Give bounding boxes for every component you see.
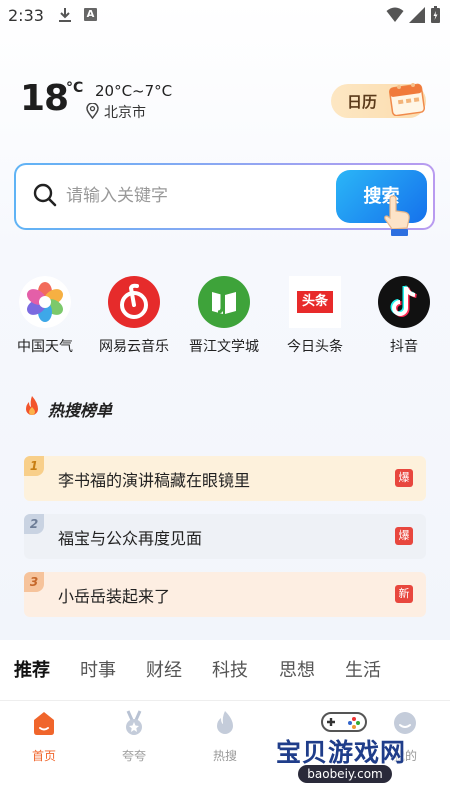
- hot-badge: 爆: [395, 527, 413, 545]
- tab-life[interactable]: 生活: [345, 656, 381, 682]
- nav-label: 夸夸: [121, 749, 146, 763]
- app-notification-icon: A: [84, 8, 97, 21]
- hot-badge: 新: [395, 585, 413, 603]
- hot-item-text: 小岳岳装起来了: [58, 587, 171, 606]
- toutiao-icon-text: 头条: [297, 291, 333, 313]
- hot-item-text: 李书福的演讲稿藏在眼镜里: [58, 471, 251, 490]
- home-icon: [34, 712, 54, 735]
- nav-label: 热搜: [212, 749, 237, 763]
- hot-item-text: 福宝与公众再度见面: [58, 529, 203, 548]
- search-icon: [33, 183, 57, 207]
- tab-finance[interactable]: 财经: [146, 656, 182, 682]
- app-toutiao[interactable]: 头条 今日头条: [275, 276, 355, 356]
- calendar-button[interactable]: 日历: [331, 83, 426, 118]
- tab-technology[interactable]: 科技: [212, 656, 248, 682]
- hot-item[interactable]: 3 小岳岳装起来了 新: [24, 572, 426, 617]
- watermark-logo: 宝贝游戏网 baobeiy.com: [268, 705, 443, 795]
- app-china-weather[interactable]: 中国天气: [5, 276, 85, 356]
- app-netease-music[interactable]: 网易云音乐: [94, 276, 174, 356]
- medal-icon: [126, 710, 142, 735]
- location-text: 北京市: [104, 105, 146, 121]
- fire-icon: [26, 396, 38, 415]
- app-douyin[interactable]: 抖音: [364, 276, 444, 356]
- app-label: 抖音: [390, 339, 418, 355]
- location-pin-icon: [86, 103, 99, 119]
- app-label: 网易云音乐: [99, 339, 169, 355]
- watermark-text: 宝贝游戏网: [276, 738, 407, 767]
- hot-rank: 2: [24, 514, 44, 534]
- download-icon: [59, 8, 71, 22]
- temperature: 18: [20, 78, 69, 119]
- battery-icon: [431, 6, 440, 23]
- tab-current-affairs[interactable]: 时事: [80, 656, 116, 682]
- app-jinjiang[interactable]: 晋江文学城: [184, 276, 264, 356]
- netease-music-icon: [108, 276, 160, 328]
- category-tabs: 推荐 时事 财经 科技 思想 生活: [0, 656, 450, 686]
- china-weather-icon: [19, 276, 71, 328]
- temperature-range: 20°C~7°C: [95, 82, 173, 100]
- douyin-icon: [378, 276, 430, 328]
- hot-item[interactable]: 2 福宝与公众再度见面 爆: [24, 514, 426, 559]
- nav-home[interactable]: 首页: [9, 709, 79, 764]
- gamepad-icon: [321, 712, 367, 732]
- status-bar: 2:33 A: [0, 0, 450, 32]
- calendar-label: 日历: [347, 93, 378, 111]
- jinjiang-icon: [198, 276, 250, 328]
- tab-thought[interactable]: 思想: [279, 656, 315, 682]
- app-label: 今日头条: [287, 339, 343, 355]
- hot-badge: 爆: [395, 469, 413, 487]
- tab-recommend[interactable]: 推荐: [14, 656, 50, 682]
- status-time: 2:33: [8, 6, 44, 25]
- search-input[interactable]: [66, 181, 326, 211]
- hot-rank: 3: [24, 572, 44, 592]
- signal-icon: [409, 7, 425, 23]
- watermark-url: baobeiy.com: [298, 765, 392, 783]
- calendar-icon: [388, 83, 426, 116]
- hot-list-title: 热搜榜单: [48, 401, 113, 420]
- search-box[interactable]: 搜索: [14, 163, 435, 230]
- hot-item[interactable]: 1 李书福的演讲稿藏在眼镜里 爆: [24, 456, 426, 501]
- app-label: 中国天气: [17, 339, 73, 355]
- flame-icon: [217, 711, 233, 734]
- pointing-hand-icon: [384, 195, 410, 236]
- hot-rank: 1: [24, 456, 44, 476]
- toutiao-icon: 头条: [289, 276, 341, 328]
- temperature-unit: °C: [66, 80, 84, 96]
- nav-praise[interactable]: 夸夸: [99, 709, 169, 764]
- app-label: 晋江文学城: [189, 339, 259, 355]
- wifi-icon: [386, 7, 404, 22]
- nav-label: 首页: [31, 749, 56, 763]
- nav-hot-search[interactable]: 热搜: [190, 709, 260, 764]
